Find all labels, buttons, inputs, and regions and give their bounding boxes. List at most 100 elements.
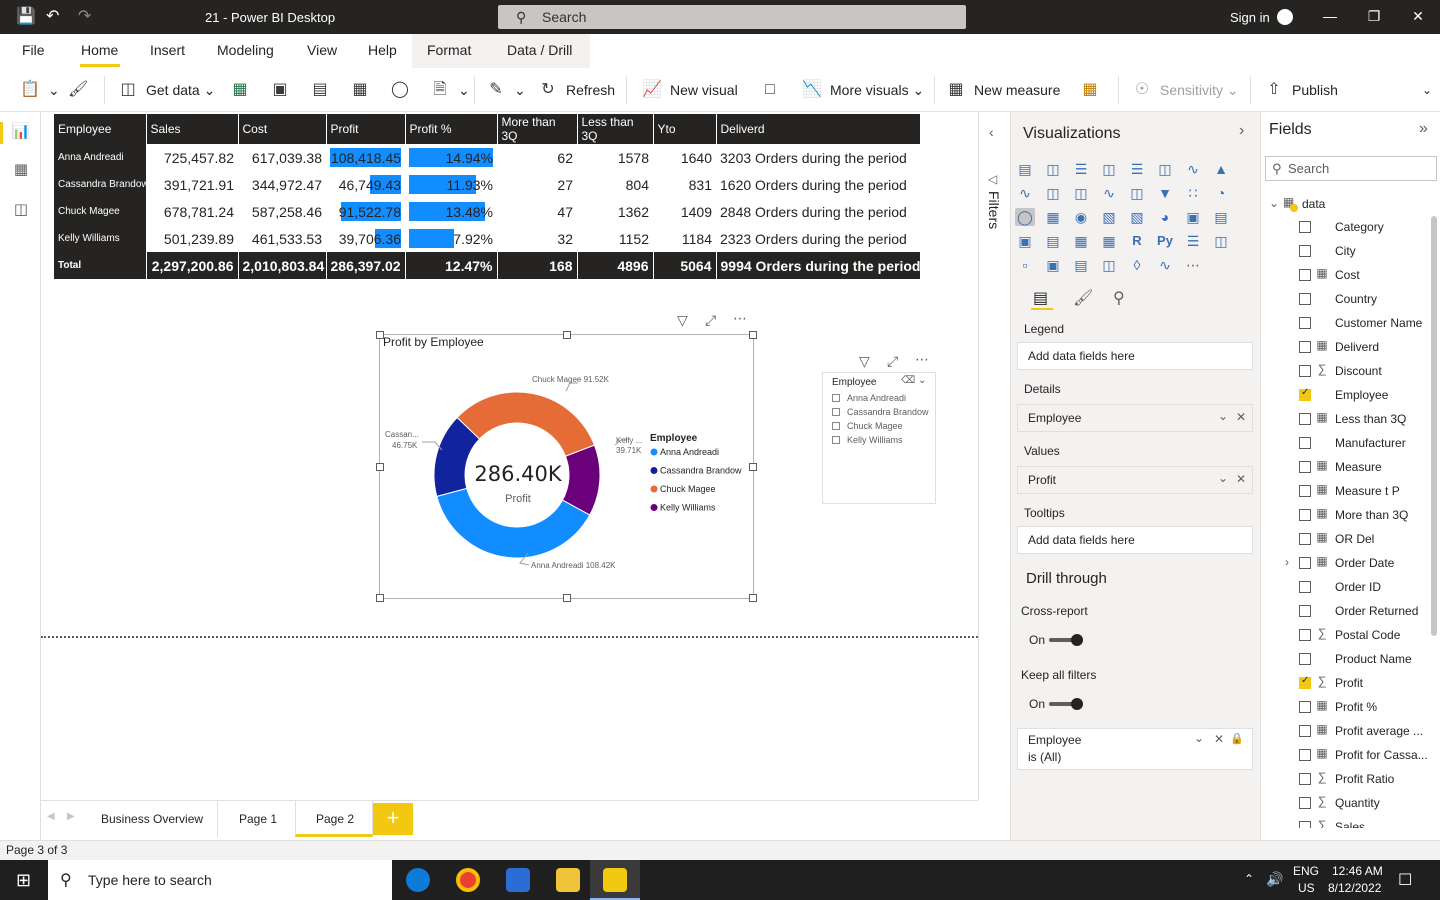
- field-item[interactable]: ▦ Measure: [1299, 458, 1431, 480]
- field-checkbox[interactable]: [1299, 221, 1311, 233]
- analytics-icon[interactable]: ⚲: [1113, 288, 1125, 308]
- slicer-item[interactable]: Kelly Williams: [832, 435, 932, 447]
- undo-icon[interactable]: ↶: [46, 8, 59, 26]
- more-options-icon[interactable]: ⋯: [733, 310, 747, 327]
- field-item[interactable]: ∑ Sales: [1299, 818, 1431, 828]
- visual-type-icon[interactable]: ▣: [1183, 208, 1203, 226]
- matrix-column-header[interactable]: Yto: [653, 114, 717, 144]
- report-view-icon[interactable]: 📊: [11, 122, 31, 142]
- table-row[interactable]: Kelly Williams 501,239.89 461,533.53 39,706…: [54, 225, 920, 252]
- slicer-more-icon[interactable]: ⋯: [915, 351, 929, 368]
- visual-type-icon[interactable]: ∿: [1015, 184, 1035, 202]
- matrix-visual[interactable]: Employee Sales Cost Profit Profit % More than…: [54, 114, 921, 279]
- text-box-button[interactable]: □: [760, 78, 788, 102]
- chevron-right-icon[interactable]: ›: [1285, 555, 1289, 569]
- field-item[interactable]: Category: [1299, 218, 1431, 240]
- table-row[interactable]: Cassandra Brandow 391,721.91 344,972.47 46,…: [54, 171, 920, 198]
- matrix-column-header[interactable]: Sales: [146, 114, 239, 144]
- field-item[interactable]: ✓ ∑ Profit: [1299, 674, 1431, 696]
- matrix-column-header[interactable]: Cost: [238, 114, 327, 144]
- field-checkbox[interactable]: [1299, 557, 1311, 569]
- table-row[interactable]: Anna Andreadi 725,457.82 617,039.38 108,418…: [54, 144, 920, 171]
- speaker-icon[interactable]: 🔊: [1266, 871, 1283, 888]
- tab-insert[interactable]: Insert: [150, 42, 185, 58]
- page-tab-page-2[interactable]: Page 2: [295, 801, 373, 837]
- focus-mode-icon[interactable]: ⤢: [705, 312, 716, 329]
- visual-type-icon[interactable]: ☰: [1071, 160, 1091, 178]
- tab-help[interactable]: Help: [368, 42, 397, 58]
- filters-pane-collapsed[interactable]: ‹ ◁ Filters: [978, 112, 1010, 800]
- field-item[interactable]: ∑ Postal Code: [1299, 626, 1431, 648]
- remove-filter-icon[interactable]: ✕: [1214, 732, 1224, 746]
- chevron-down-icon[interactable]: ⌄: [1218, 409, 1228, 423]
- tab-modeling[interactable]: Modeling: [217, 42, 274, 58]
- get-data-button[interactable]: ◫ Get data ⌄: [118, 78, 215, 102]
- visual-type-icon[interactable]: ▧: [1099, 208, 1119, 226]
- slicer-filter-icon[interactable]: ▽: [859, 353, 870, 370]
- legend-item[interactable]: Kelly Williams: [660, 503, 716, 513]
- field-item[interactable]: ▦ OR Del: [1299, 530, 1431, 552]
- visual-type-icon[interactable]: ◕: [1155, 208, 1175, 226]
- field-item[interactable]: Order ID: [1299, 578, 1431, 600]
- field-checkbox[interactable]: [1299, 437, 1311, 449]
- page-prev-icon[interactable]: ◀: [47, 811, 55, 822]
- new-measure-button[interactable]: ▦ New measure: [946, 78, 1060, 102]
- field-item[interactable]: ▦ Measure t P: [1299, 482, 1431, 504]
- field-item[interactable]: ▦ More than 3Q: [1299, 506, 1431, 528]
- visual-type-icon[interactable]: ▦: [1071, 232, 1091, 250]
- tab-data-drill[interactable]: Data / Drill: [507, 42, 572, 58]
- slicer-item[interactable]: Chuck Magee: [832, 421, 932, 433]
- chevron-left-icon[interactable]: ‹: [989, 124, 994, 140]
- windows-start-icon[interactable]: ⊞: [16, 870, 31, 891]
- field-item[interactable]: ✓ Employee: [1299, 386, 1431, 408]
- field-checkbox[interactable]: [1299, 413, 1311, 425]
- visual-type-icon[interactable]: ∷: [1183, 184, 1203, 202]
- field-checkbox[interactable]: [1299, 365, 1311, 377]
- notifications-icon[interactable]: ☐: [1398, 870, 1412, 890]
- donut-slice[interactable]: [456, 391, 596, 457]
- visual-type-icon[interactable]: ▦: [1043, 208, 1063, 226]
- visual-type-icon[interactable]: ◫: [1127, 184, 1147, 202]
- field-item[interactable]: City: [1299, 242, 1431, 264]
- more-visuals-button[interactable]: 📉 More visuals ⌄: [802, 78, 924, 102]
- keep-filters-toggle[interactable]: [1049, 698, 1083, 710]
- slicer-checkbox[interactable]: [832, 436, 840, 444]
- visual-type-icon[interactable]: ☰: [1127, 160, 1147, 178]
- matrix-total-row[interactable]: Total 2,297,200.86 2,010,803.84 286,397.02 1…: [54, 252, 921, 279]
- powerbi-taskbar-button[interactable]: [590, 860, 640, 900]
- legend-item[interactable]: Anna Andreadi: [660, 447, 719, 457]
- field-item[interactable]: ▦ Profit average ...: [1299, 722, 1431, 744]
- visual-type-icon[interactable]: ◫: [1155, 160, 1175, 178]
- field-item[interactable]: Product Name: [1299, 650, 1431, 672]
- visual-type-icon[interactable]: ▤: [1015, 160, 1035, 178]
- field-item[interactable]: ▦ Profit %: [1299, 698, 1431, 720]
- visual-type-icon[interactable]: ◫: [1043, 160, 1063, 178]
- excel-button[interactable]: ▦: [230, 78, 258, 102]
- scrollbar[interactable]: [1431, 216, 1437, 636]
- recent-sources-button[interactable]: 🗎 ⌄: [430, 78, 470, 102]
- field-item[interactable]: ∑ Profit Ratio: [1299, 770, 1431, 792]
- remove-field-icon[interactable]: ✕: [1236, 472, 1246, 486]
- close-icon[interactable]: ✕: [1408, 8, 1428, 25]
- field-checkbox[interactable]: [1299, 725, 1311, 737]
- report-canvas[interactable]: Employee Sales Cost Profit Profit % More than…: [41, 112, 978, 800]
- matrix-column-header[interactable]: More than 3Q: [497, 114, 578, 144]
- visual-type-icon[interactable]: ◫: [1099, 160, 1119, 178]
- minimize-icon[interactable]: —: [1320, 8, 1340, 24]
- field-item[interactable]: Customer Name: [1299, 314, 1431, 336]
- field-checkbox[interactable]: [1299, 605, 1311, 617]
- avatar[interactable]: [1277, 9, 1293, 25]
- field-checkbox[interactable]: [1299, 533, 1311, 545]
- field-checkbox[interactable]: [1299, 341, 1311, 353]
- slicer-checkbox[interactable]: [832, 394, 840, 402]
- visual-type-icon[interactable]: ◫: [1071, 184, 1091, 202]
- field-item[interactable]: ▦ Deliverd: [1299, 338, 1431, 360]
- field-checkbox[interactable]: [1299, 245, 1311, 257]
- field-item[interactable]: ▦ Cost: [1299, 266, 1431, 288]
- legend-well[interactable]: Add data fields here: [1017, 342, 1253, 370]
- matrix-column-header[interactable]: Deliverd: [716, 114, 921, 144]
- remove-field-icon[interactable]: ✕: [1236, 410, 1246, 424]
- visual-type-icon[interactable]: ◔: [1211, 184, 1231, 202]
- format-roller-icon[interactable]: 🖌: [1073, 288, 1093, 308]
- tab-home[interactable]: Home: [81, 42, 118, 58]
